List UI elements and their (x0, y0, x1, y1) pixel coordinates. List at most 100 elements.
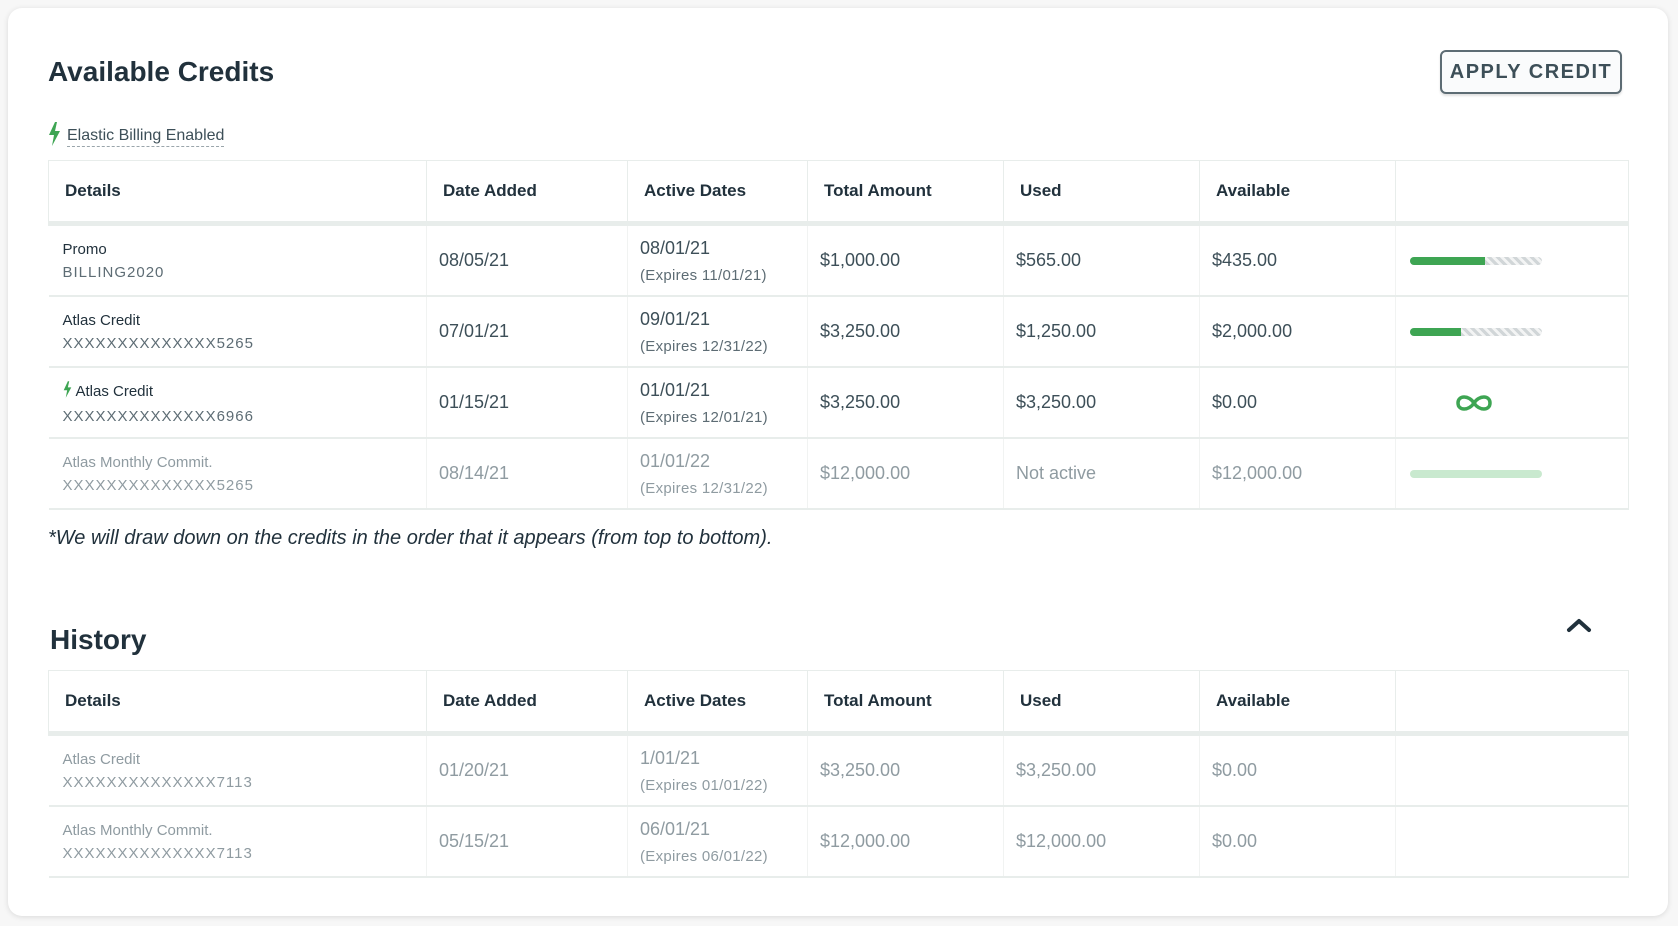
column-header-details: Details (48, 670, 427, 736)
elastic-billing-indicator[interactable]: Elastic Billing Enabled (48, 122, 225, 151)
usage-progress-bar (1410, 327, 1542, 336)
expiration-date: (Expires 01/01/22) (640, 776, 768, 794)
column-header-total-amount: Total Amount (807, 670, 1004, 736)
used-cell: $1,250.00 (1003, 296, 1200, 368)
collapse-history-button[interactable] (1564, 612, 1594, 642)
active-dates-cell: 1/01/21 (Expires 01/01/22) (627, 733, 808, 807)
credit-code: XXXXXXXXXXXXXX6966 (62, 407, 254, 425)
date-added-cell: 01/20/21 (426, 733, 628, 807)
column-header-usage (1395, 670, 1629, 736)
usage-progress-bar (1410, 256, 1542, 265)
date-added-cell: 07/01/21 (426, 296, 628, 368)
used-cell: $3,250.00 (1003, 733, 1200, 807)
total-amount-cell: $12,000.00 (807, 806, 1004, 878)
total-amount-cell: $3,250.00 (807, 296, 1004, 368)
credit-code: XXXXXXXXXXXXXX7113 (62, 844, 253, 862)
available-cell: $435.00 (1199, 223, 1396, 297)
credits-card: Available Credits APPLY CREDIT Elastic B… (8, 8, 1668, 916)
total-amount-cell: $3,250.00 (807, 367, 1004, 439)
column-header-date-added: Date Added (426, 670, 628, 736)
history-header-row: Details Date Added Active Dates Total Am… (48, 670, 1629, 736)
credits-table: Details Date Added Active Dates Total Am… (48, 160, 1629, 510)
column-header-total-amount: Total Amount (807, 160, 1004, 226)
expiration-date: (Expires 12/31/22) (640, 479, 768, 497)
elastic-billing-label: Elastic Billing Enabled (67, 127, 225, 147)
column-header-used: Used (1003, 160, 1200, 226)
available-cell: $0.00 (1199, 733, 1396, 807)
history-title: History (50, 624, 147, 655)
credits-header-row: Details Date Added Active Dates Total Am… (48, 160, 1629, 226)
table-row: Atlas Credit XXXXXXXXXXXXXX6966 01/15/21… (48, 367, 1629, 439)
credit-name: Atlas Monthly Commit. (62, 821, 213, 839)
expiration-date: (Expires 12/31/22) (640, 337, 768, 355)
draw-down-footnote: *We will draw down on the credits in the… (48, 527, 773, 549)
credit-name: Atlas Credit (62, 311, 141, 329)
date-added-cell: 05/15/21 (426, 806, 628, 878)
table-row: Atlas Monthly Commit. XXXXXXXXXXXXXX7113… (48, 806, 1629, 878)
active-date: 01/01/22 (640, 450, 711, 471)
column-header-active-dates: Active Dates (627, 160, 808, 226)
expiration-date: (Expires 12/01/21) (640, 408, 768, 426)
used-cell: $12,000.00 (1003, 806, 1200, 878)
available-cell: $0.00 (1199, 367, 1396, 439)
credit-code: XXXXXXXXXXXXXX5265 (62, 334, 254, 352)
total-amount-cell: $3,250.00 (807, 733, 1004, 807)
details-cell: Atlas Credit XXXXXXXXXXXXXX5265 (48, 296, 427, 368)
credit-code: XXXXXXXXXXXXXX7113 (62, 773, 253, 791)
usage-cell (1395, 733, 1629, 807)
active-date: 09/01/21 (640, 308, 711, 329)
usage-cell (1395, 438, 1629, 510)
usage-cell (1395, 806, 1629, 878)
usage-progress-fill (1410, 327, 1461, 336)
active-dates-cell: 08/01/21 (Expires 11/01/21) (627, 223, 808, 297)
usage-cell (1395, 367, 1629, 439)
credit-name-row: Atlas Credit (63, 380, 415, 402)
available-cell: $12,000.00 (1199, 438, 1396, 510)
available-credits-title: Available Credits (48, 56, 275, 87)
table-row: Atlas Credit XXXXXXXXXXXXXX7113 01/20/21… (48, 733, 1629, 807)
apply-credit-button[interactable]: APPLY CREDIT (1440, 50, 1622, 94)
details-cell: Atlas Monthly Commit. XXXXXXXXXXXXXX7113 (48, 806, 427, 878)
available-cell: $0.00 (1199, 806, 1396, 878)
table-row: Atlas Monthly Commit. XXXXXXXXXXXXXX5265… (48, 438, 1629, 510)
used-cell: $565.00 (1003, 223, 1200, 297)
lightning-icon (63, 380, 72, 402)
history-table: Details Date Added Active Dates Total Am… (48, 670, 1629, 878)
usage-cell (1395, 223, 1629, 297)
total-amount-cell: $1,000.00 (807, 223, 1004, 297)
active-dates-cell: 01/01/22 (Expires 12/31/22) (627, 438, 808, 510)
active-date: 08/01/21 (640, 237, 711, 258)
table-row: Atlas Credit XXXXXXXXXXXXXX5265 07/01/21… (48, 296, 1629, 368)
column-header-usage (1395, 160, 1629, 226)
expiration-date: (Expires 11/01/21) (640, 266, 767, 284)
infinity-icon (1408, 392, 1540, 414)
active-date: 06/01/21 (640, 818, 711, 839)
used-cell: $3,250.00 (1003, 367, 1200, 439)
date-added-cell: 08/05/21 (426, 223, 628, 297)
active-dates-cell: 06/01/21 (Expires 06/01/22) (627, 806, 808, 878)
column-header-used: Used (1003, 670, 1200, 736)
details-cell: Atlas Credit XXXXXXXXXXXXXX6966 (48, 367, 427, 439)
usage-cell (1395, 296, 1629, 368)
credit-name: Atlas Credit (62, 750, 141, 768)
usage-progress-bar (1410, 469, 1542, 478)
credit-code: XXXXXXXXXXXXXX5265 (62, 476, 254, 494)
details-cell: Atlas Monthly Commit. XXXXXXXXXXXXXX5265 (48, 438, 427, 510)
usage-progress-fill (1410, 256, 1485, 265)
total-amount-cell: $12,000.00 (807, 438, 1004, 510)
credit-code: BILLING2020 (62, 263, 165, 281)
column-header-details: Details (48, 160, 427, 226)
expiration-date: (Expires 06/01/22) (640, 847, 768, 865)
details-cell: Promo BILLING2020 (48, 223, 427, 297)
table-row: Promo BILLING2020 08/05/21 08/01/21 (Exp… (48, 223, 1629, 297)
available-cell: $2,000.00 (1199, 296, 1396, 368)
used-cell: Not active (1003, 438, 1200, 510)
date-added-cell: 01/15/21 (426, 367, 628, 439)
active-date: 01/01/21 (640, 379, 711, 400)
credit-name: Atlas Credit (75, 382, 154, 400)
credit-name: Promo (62, 240, 107, 258)
lightning-icon (48, 122, 61, 151)
active-date: 1/01/21 (640, 747, 701, 768)
column-header-active-dates: Active Dates (627, 670, 808, 736)
credit-name: Atlas Monthly Commit. (62, 453, 213, 471)
